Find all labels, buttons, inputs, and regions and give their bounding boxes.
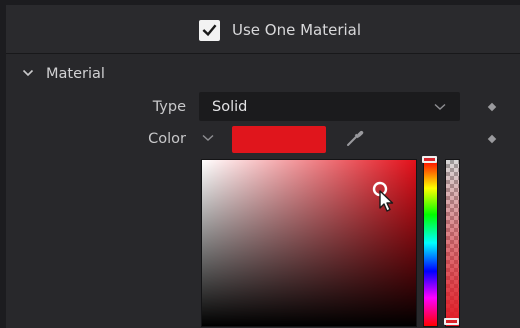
mouse-pointer-icon	[379, 190, 394, 212]
color-expand-chevron-icon[interactable]	[202, 134, 214, 142]
color-keyframe-diamond-icon[interactable]	[487, 134, 497, 144]
color-picker-handle[interactable]	[370, 179, 400, 221]
type-label: Type	[152, 99, 186, 115]
use-one-material-row: Use One Material	[6, 5, 520, 54]
type-keyframe-diamond-icon[interactable]	[487, 102, 497, 112]
alpha-slider[interactable]	[445, 159, 460, 327]
chevron-down-icon	[22, 69, 34, 77]
inspector-panel: Use One Material Material Type Solid Col…	[6, 5, 520, 328]
material-section-title: Material	[46, 66, 105, 82]
use-one-material-label: Use One Material	[232, 21, 362, 39]
color-swatch[interactable]	[232, 126, 326, 153]
chevron-down-icon	[434, 103, 446, 110]
use-one-material-checkbox[interactable]	[199, 20, 220, 41]
alpha-slider-handle[interactable]	[444, 318, 459, 325]
type-dropdown-value: Solid	[212, 99, 248, 115]
hue-slider[interactable]	[423, 159, 438, 327]
type-dropdown[interactable]: Solid	[199, 92, 460, 121]
material-section-header[interactable]: Material	[6, 60, 520, 90]
alpha-gradient	[446, 160, 459, 326]
hue-slider-handle[interactable]	[422, 156, 437, 163]
eyedropper-icon[interactable]	[345, 128, 365, 148]
checkmark-icon	[202, 24, 217, 37]
color-label: Color	[148, 131, 186, 147]
